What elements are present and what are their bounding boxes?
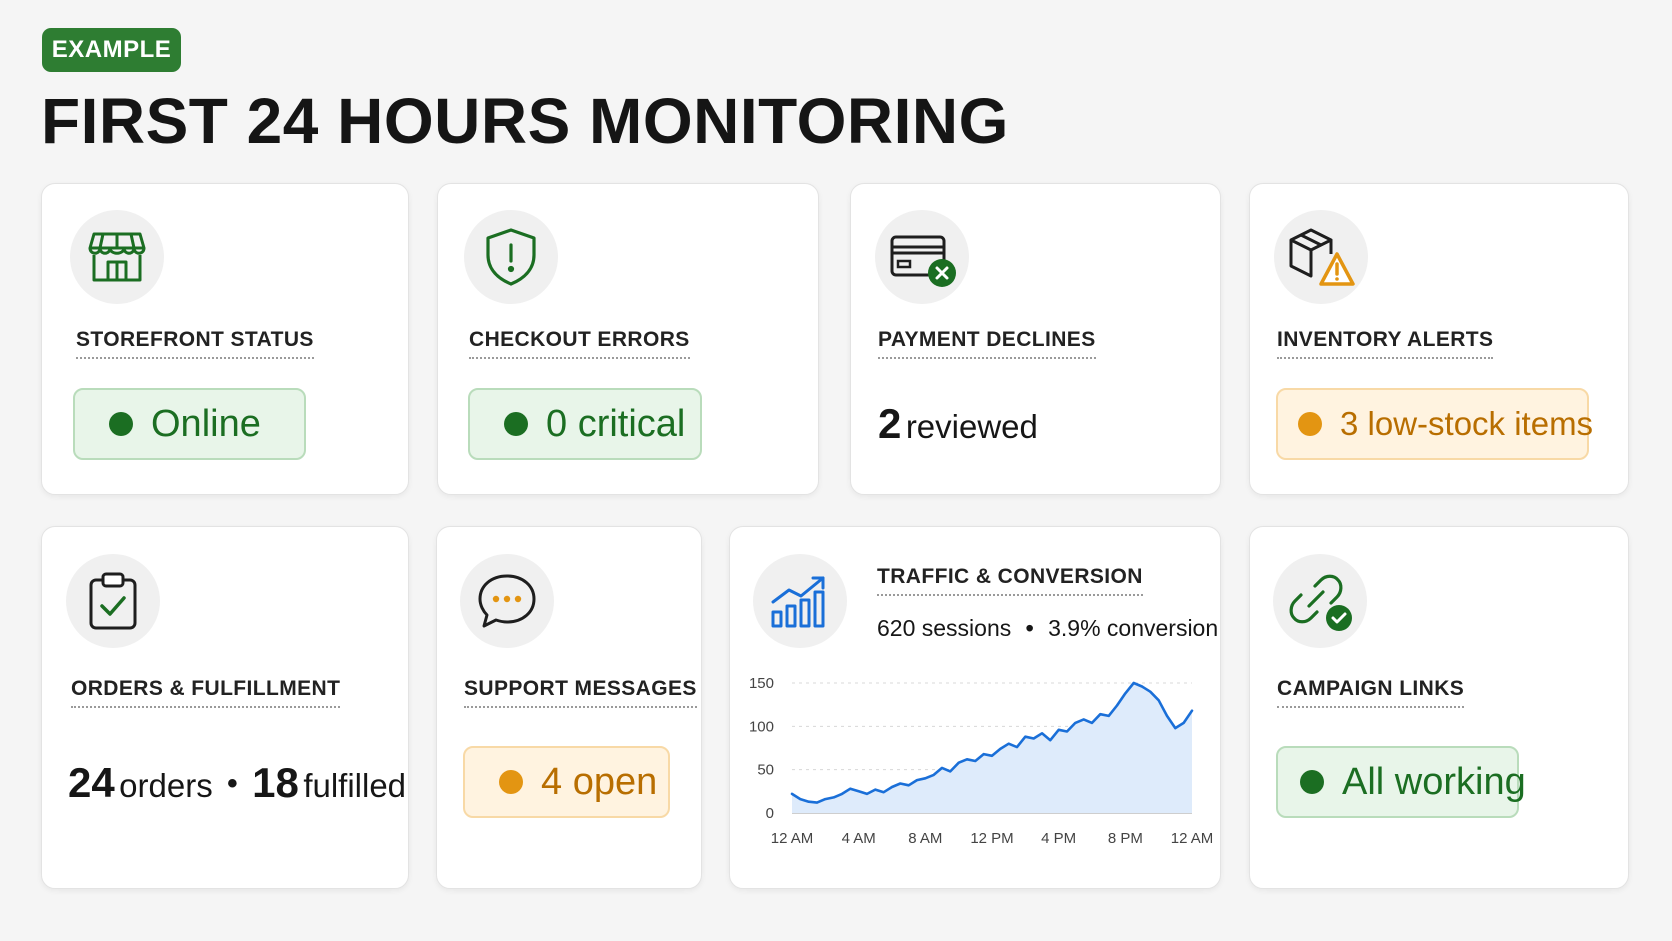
traffic-conversion-card[interactable]: TRAFFIC & CONVERSION 620 sessions • 3.9%… [729,526,1221,889]
campaign-links-pill: All working [1276,746,1526,818]
campaign-links-value: All working [1342,760,1526,803]
box-icon-wrap [1274,210,1368,304]
payment-declines-card[interactable]: PAYMENT DECLINES 2 reviewed [850,183,1221,495]
orders-count: 24 [68,759,115,806]
storefront-icon [88,232,146,282]
checkout-errors-card[interactable]: CHECKOUT ERRORS 0 critical [437,183,819,495]
status-dot [1300,770,1324,794]
series-area [792,683,1192,813]
fulfilled-unit: fulfilled [303,767,407,804]
checkout-errors-value: 0 critical [546,402,686,445]
link-check-icon [1289,574,1352,631]
storefront-status-label: STOREFRONT STATUS [76,328,314,359]
inventory-alerts-card[interactable]: INVENTORY ALERTS 3 low-stock items [1249,183,1629,495]
inventory-alerts-label: INVENTORY ALERTS [1277,328,1494,359]
y-tick-label: 50 [757,762,774,779]
campaign-links-card[interactable]: CAMPAIGN LINKS All working [1249,526,1629,889]
sessions-value: 620 sessions [877,615,1012,641]
x-tick-label: 4 PM [1041,830,1076,847]
warning-dot [1298,412,1322,436]
payment-declines-label: PAYMENT DECLINES [878,328,1096,359]
separator-dot: • [1025,615,1034,641]
x-tick-label: 8 PM [1108,830,1143,847]
shield-alert-icon [486,228,536,286]
y-tick-label: 100 [749,718,774,735]
y-tick-label: 0 [766,805,774,822]
clipboard-check-icon [89,572,137,630]
x-tick-label: 12 AM [1171,830,1214,847]
growth-icon-wrap [753,554,847,648]
storefront-status-value: Online [151,402,261,445]
support-messages-value: 4 open [541,760,658,803]
support-messages-label: SUPPORT MESSAGES [464,677,697,708]
page-title: FIRST 24 HOURS MONITORING [41,85,1009,157]
payment-declines-unit: reviewed [905,408,1038,445]
fulfilled-count: 18 [252,759,299,806]
chat-bubble-icon [478,574,536,628]
warning-dot [499,770,523,794]
storefront-icon-wrap [70,210,164,304]
example-tag: EXAMPLE [42,28,181,72]
payment-declines-number: 2 [878,400,902,447]
inventory-alerts-value: 3 low-stock items [1340,405,1594,442]
box-warning-icon [1289,228,1355,286]
card-icon-wrap [875,210,969,304]
x-tick-label: 12 AM [771,830,814,847]
inventory-alerts-pill: 3 low-stock items [1276,388,1593,460]
y-tick-label: 150 [749,675,774,692]
payment-declines-value: 2 reviewed [878,400,1038,448]
orders-fulfillment-value: 24 orders • 18 fulfilled [68,759,406,807]
checkout-errors-pill: 0 critical [468,388,702,460]
campaign-links-label: CAMPAIGN LINKS [1277,677,1465,708]
status-dot [109,412,133,436]
chat-icon-wrap [460,554,554,648]
status-dot [504,412,528,436]
clipboard-icon-wrap [66,554,160,648]
orders-unit: orders [119,767,213,804]
orders-fulfillment-label: ORDERS & FULFILLMENT [71,677,341,708]
support-messages-card[interactable]: SUPPORT MESSAGES 4 open [436,526,702,889]
traffic-conversion-summary: 620 sessions • 3.9% conversion [877,615,1218,642]
storefront-status-card[interactable]: STOREFRONT STATUS Online [41,183,409,495]
growth-chart-icon [771,576,825,628]
x-tick-label: 4 AM [842,830,876,847]
shield-icon-wrap [464,210,558,304]
checkout-errors-label: CHECKOUT ERRORS [469,328,690,359]
storefront-status-pill: Online [73,388,306,460]
link-icon-wrap [1273,554,1367,648]
support-messages-pill: 4 open [463,746,670,818]
conversion-value: 3.9% conversion [1048,615,1219,641]
orders-fulfillment-card[interactable]: ORDERS & FULFILLMENT 24 orders • 18 fulf… [41,526,409,889]
credit-card-declined-icon [890,235,956,287]
x-tick-label: 12 PM [970,830,1013,847]
x-tick-label: 8 AM [908,830,942,847]
traffic-chart: 0 50 100 150 12 AM 4 AM 8 AM 12 PM 4 PM 8 PM 12 AM [749,675,1214,847]
traffic-conversion-label: TRAFFIC & CONVERSION [877,565,1143,596]
separator-dot: • [227,767,238,800]
